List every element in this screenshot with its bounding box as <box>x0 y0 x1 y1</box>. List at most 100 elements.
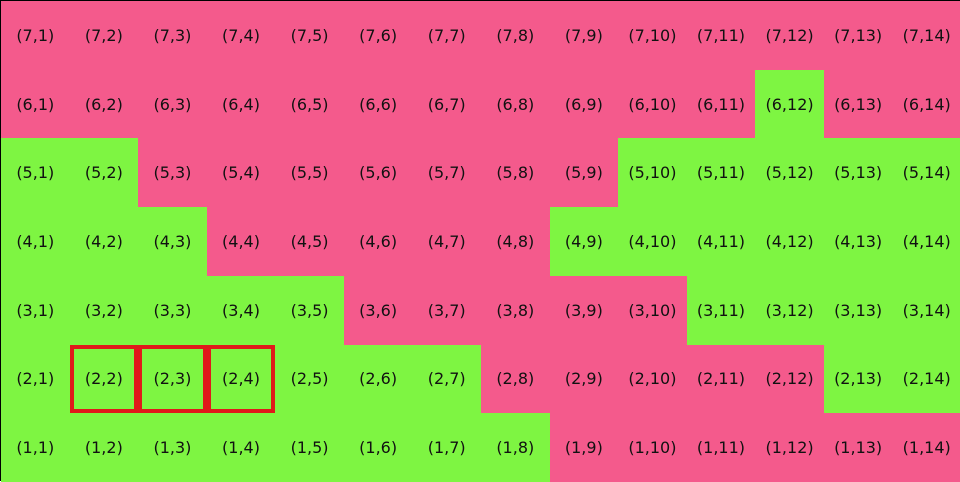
grid-cell[interactable]: (7,11) <box>686 1 756 70</box>
grid-cell[interactable]: (4,10) <box>618 207 687 276</box>
grid-cell[interactable]: (4,9) <box>549 207 619 276</box>
grid-cell[interactable]: (4,11) <box>686 207 756 276</box>
grid-cell[interactable]: (7,5) <box>275 1 344 70</box>
grid-cell[interactable]: (5,3) <box>138 138 207 208</box>
grid-cell[interactable]: (6,13) <box>823 69 893 139</box>
grid-cell[interactable]: (2,12) <box>755 344 824 414</box>
grid-cell[interactable]: (2,5) <box>275 344 344 414</box>
grid-cell[interactable]: (1,1) <box>1 413 70 482</box>
grid-cell[interactable]: (7,10) <box>618 1 687 70</box>
grid-cell[interactable]: (6,10) <box>618 69 687 139</box>
grid-cell[interactable]: (6,11) <box>686 69 756 139</box>
board-row: (5,1) (5,2) (5,3) (5,4) (5,5) (5,6) (5,7) (5,8)… <box>1 138 960 208</box>
grid-cell[interactable]: (1,2) <box>69 413 139 482</box>
grid-cell[interactable]: (2,4) <box>206 344 276 414</box>
grid-cell[interactable]: (3,12) <box>755 275 824 345</box>
grid-cell[interactable]: (2,9) <box>549 344 619 414</box>
grid-cell[interactable]: (4,12) <box>755 207 824 276</box>
grid-cell[interactable]: (5,9) <box>549 138 619 208</box>
grid-cell[interactable]: (7,9) <box>549 1 619 70</box>
grid-cell[interactable]: (3,9) <box>549 275 619 345</box>
grid-cell[interactable]: (5,6) <box>343 138 413 208</box>
grid-cell[interactable]: (5,14) <box>892 138 960 208</box>
grid-cell[interactable]: (4,1) <box>1 207 70 276</box>
grid-cell[interactable]: (2,2) <box>69 344 139 414</box>
grid-cell[interactable]: (2,13) <box>823 344 893 414</box>
grid-cell[interactable]: (4,4) <box>206 207 276 276</box>
grid-cell[interactable]: (2,1) <box>1 344 70 414</box>
grid-cell[interactable]: (2,14) <box>892 344 960 414</box>
grid-cell[interactable]: (2,7) <box>412 344 481 414</box>
grid-cell[interactable]: (1,11) <box>686 413 756 482</box>
grid-cell[interactable]: (2,11) <box>686 344 756 414</box>
grid-cell[interactable]: (5,8) <box>481 138 550 208</box>
grid-cell[interactable]: (3,11) <box>686 275 756 345</box>
grid-cell[interactable]: (3,1) <box>1 275 70 345</box>
grid-cell[interactable]: (5,2) <box>69 138 139 208</box>
grid-cell[interactable]: (1,6) <box>343 413 413 482</box>
grid-cell[interactable]: (6,7) <box>412 69 481 139</box>
grid-cell[interactable]: (6,5) <box>275 69 344 139</box>
grid-cell[interactable]: (6,8) <box>481 69 550 139</box>
grid-cell[interactable]: (3,14) <box>892 275 960 345</box>
grid-cell[interactable]: (6,4) <box>206 69 276 139</box>
grid-cell[interactable]: (1,3) <box>138 413 207 482</box>
board-row: (4,1) (4,2) (4,3) (4,4) (4,5) (4,6) (4,7) (4,8)… <box>1 207 960 276</box>
grid-cell[interactable]: (3,13) <box>823 275 893 345</box>
grid-cell[interactable]: (1,7) <box>412 413 481 482</box>
grid-cell[interactable]: (6,2) <box>69 69 139 139</box>
grid-cell[interactable]: (2,8) <box>481 344 550 414</box>
grid-cell[interactable]: (6,14) <box>892 69 960 139</box>
grid-cell[interactable]: (6,12) <box>755 69 824 139</box>
grid-cell[interactable]: (7,13) <box>823 1 893 70</box>
grid-cell[interactable]: (4,7) <box>412 207 481 276</box>
grid-cell[interactable]: (5,13) <box>823 138 893 208</box>
grid-cell[interactable]: (1,8) <box>481 413 550 482</box>
grid-cell[interactable]: (7,3) <box>138 1 207 70</box>
grid-cell[interactable]: (5,5) <box>275 138 344 208</box>
grid-cell[interactable]: (7,7) <box>412 1 481 70</box>
grid-cell[interactable]: (3,5) <box>275 275 344 345</box>
grid-cell[interactable]: (1,13) <box>823 413 893 482</box>
grid-cell[interactable]: (3,4) <box>206 275 276 345</box>
grid-cell[interactable]: (6,1) <box>1 69 70 139</box>
grid-cell[interactable]: (7,8) <box>481 1 550 70</box>
grid-cell[interactable]: (2,10) <box>618 344 687 414</box>
grid-cell[interactable]: (5,11) <box>686 138 756 208</box>
grid-cell[interactable]: (3,3) <box>138 275 207 345</box>
grid-cell[interactable]: (7,14) <box>892 1 960 70</box>
grid-cell[interactable]: (3,8) <box>481 275 550 345</box>
grid-cell[interactable]: (7,1) <box>1 1 70 70</box>
grid-cell[interactable]: (1,4) <box>206 413 276 482</box>
grid-cell[interactable]: (4,2) <box>69 207 139 276</box>
grid-cell[interactable]: (7,4) <box>206 1 276 70</box>
grid-cell[interactable]: (5,10) <box>618 138 687 208</box>
grid-cell[interactable]: (4,3) <box>138 207 207 276</box>
grid-cell[interactable]: (7,6) <box>343 1 413 70</box>
grid-cell[interactable]: (3,7) <box>412 275 481 345</box>
grid-cell[interactable]: (7,2) <box>69 1 139 70</box>
grid-cell[interactable]: (1,9) <box>549 413 619 482</box>
grid-cell[interactable]: (4,6) <box>343 207 413 276</box>
grid-cell[interactable]: (6,6) <box>343 69 413 139</box>
grid-cell[interactable]: (1,5) <box>275 413 344 482</box>
grid-cell[interactable]: (5,7) <box>412 138 481 208</box>
grid-cell[interactable]: (6,3) <box>138 69 207 139</box>
grid-cell[interactable]: (4,13) <box>823 207 893 276</box>
grid-cell[interactable]: (4,8) <box>481 207 550 276</box>
grid-cell[interactable]: (3,10) <box>618 275 687 345</box>
grid-cell[interactable]: (6,9) <box>549 69 619 139</box>
grid-cell[interactable]: (1,12) <box>755 413 824 482</box>
grid-cell[interactable]: (1,10) <box>618 413 687 482</box>
grid-cell[interactable]: (5,12) <box>755 138 824 208</box>
grid-cell[interactable]: (7,12) <box>755 1 824 70</box>
grid-cell[interactable]: (4,5) <box>275 207 344 276</box>
grid-cell[interactable]: (3,6) <box>343 275 413 345</box>
grid-cell[interactable]: (4,14) <box>892 207 960 276</box>
grid-cell[interactable]: (5,4) <box>206 138 276 208</box>
grid-cell[interactable]: (1,14) <box>892 413 960 482</box>
grid-cell[interactable]: (2,6) <box>343 344 413 414</box>
grid-cell[interactable]: (5,1) <box>1 138 70 208</box>
grid-cell[interactable]: (3,2) <box>69 275 139 345</box>
grid-cell[interactable]: (2,3) <box>138 344 207 414</box>
